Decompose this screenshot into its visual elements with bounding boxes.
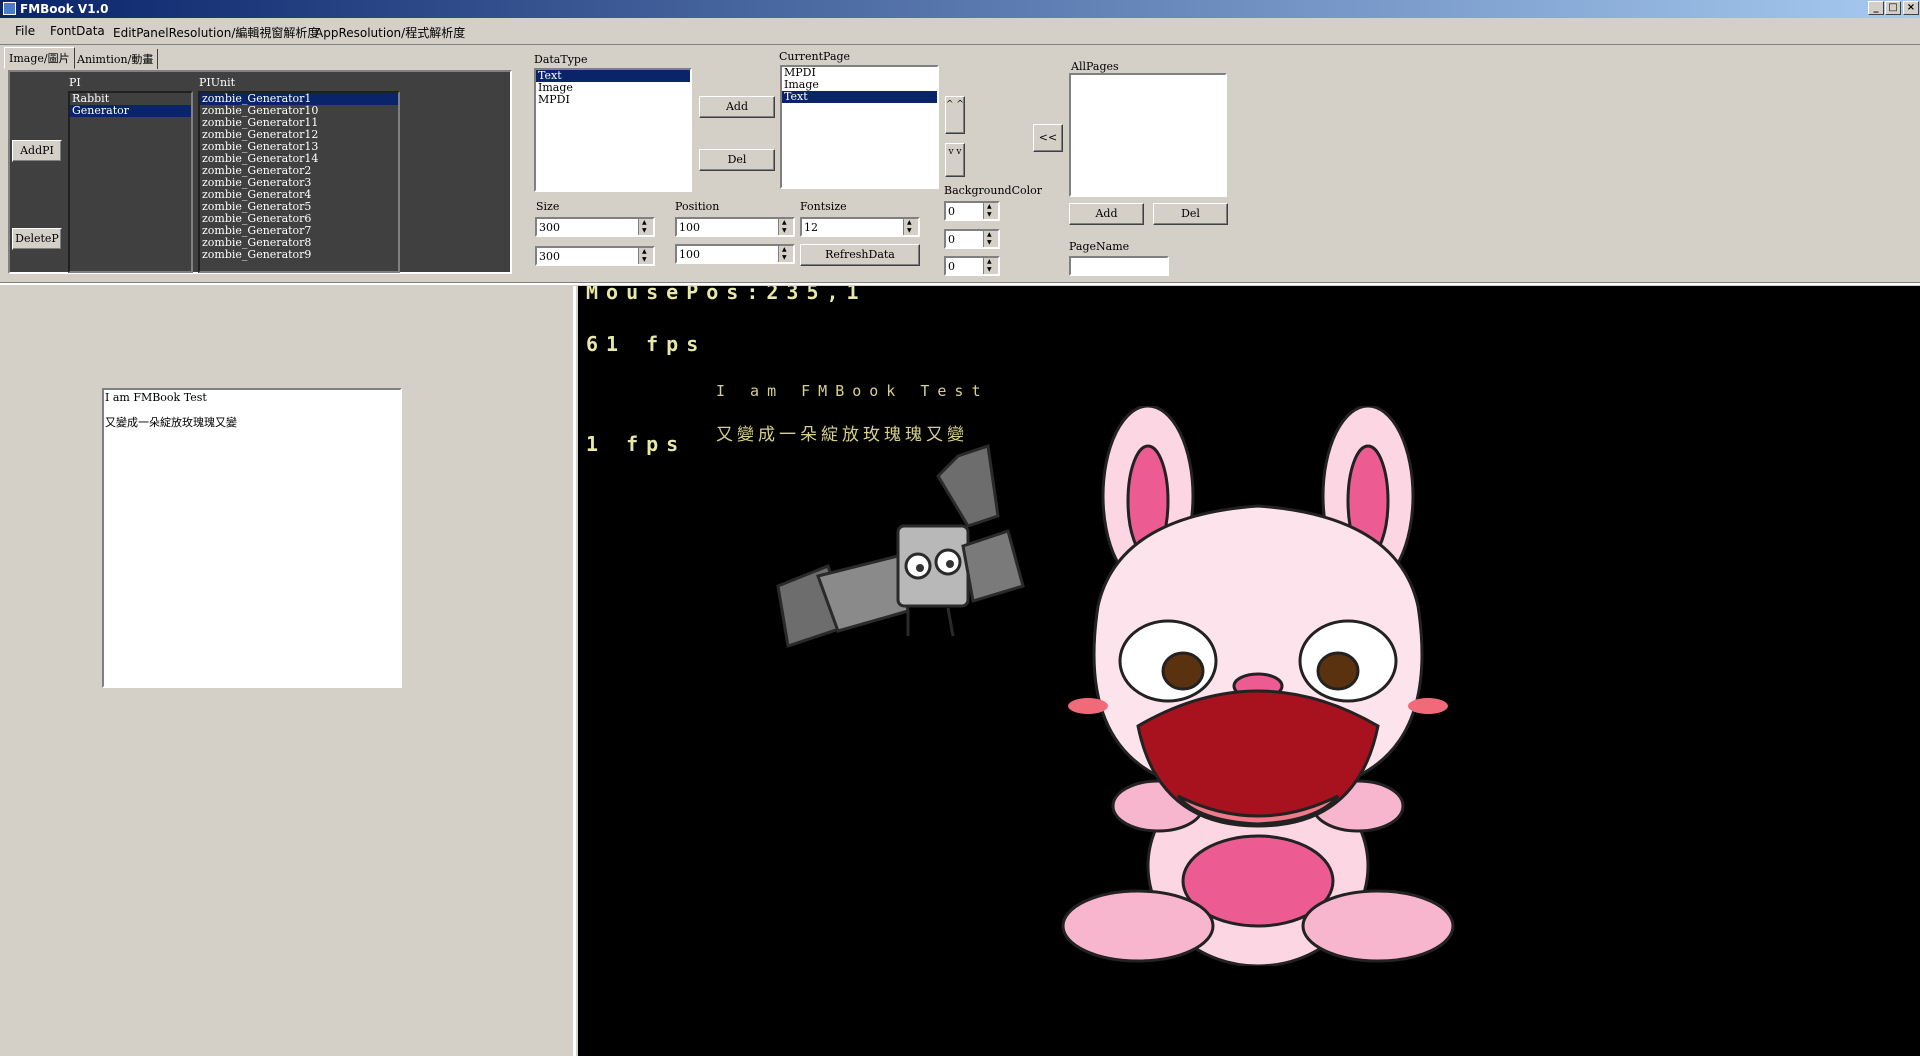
spin-arrows-icon[interactable]: ▲ ▼ (638, 219, 653, 235)
position-label: Position (675, 200, 720, 213)
window-title: FMBook V1.0 (20, 2, 109, 16)
allpages-list[interactable] (1069, 73, 1227, 197)
fontsize-label: Fontsize (800, 200, 847, 213)
datatype-add-button[interactable]: Add (699, 96, 775, 118)
datatype-list[interactable]: Text Image MPDI (534, 68, 692, 192)
spin-arrows-icon[interactable]: ▲ ▼ (903, 219, 918, 235)
addpi-button[interactable]: AddPI (12, 140, 62, 162)
allpages-label: AllPages (1071, 60, 1119, 73)
move-down-button[interactable]: v v (945, 143, 965, 177)
spin-arrows-icon[interactable]: ▲ ▼ (638, 248, 653, 264)
bgcolor-b-value: 0 (948, 260, 955, 273)
menu-editpanelresolution[interactable]: EditPanelResolution/編輯視窗解析度 (113, 24, 319, 41)
size-label: Size (536, 200, 560, 213)
datatype-label: DataType (534, 53, 588, 66)
pi-list[interactable]: Rabbit Generator (68, 91, 193, 273)
bgcolor-g-value: 0 (948, 233, 955, 246)
allpages-add-button[interactable]: Add (1069, 203, 1144, 225)
currentpage-list[interactable]: MPDI Image Text (780, 65, 939, 189)
currentpage-label: CurrentPage (779, 50, 851, 63)
pagename-input[interactable] (1069, 256, 1169, 276)
spin-arrows-icon[interactable]: ▲ ▼ (778, 246, 793, 262)
size-width-stepper[interactable]: 300 ▲ ▼ (535, 217, 655, 237)
rabbit-sprite-image (1061, 406, 1455, 966)
piunit-list[interactable]: zombie_Generator1 zombie_Generator10 zombi… (198, 91, 400, 273)
bgcolor-g-stepper[interactable]: 0 ▲ ▼ (944, 229, 1000, 249)
text-editor-line-1: I am FMBook Test (105, 391, 207, 404)
bgcolor-r-value: 0 (948, 205, 955, 218)
piunit-label: PIUnit (199, 76, 236, 89)
allpages-del-button[interactable]: Del (1153, 203, 1228, 225)
menu-file[interactable]: File (15, 24, 35, 38)
pagename-label: PageName (1069, 240, 1130, 253)
text-editor-line-2: 又變成一朵綻放玫瑰瑰又變 (105, 416, 237, 429)
fontsize-stepper[interactable]: 12 ▲ ▼ (800, 217, 920, 237)
fps-readout-1: 61 fps (586, 332, 707, 356)
maximize-button[interactable]: □ (1885, 1, 1901, 15)
position-x-stepper[interactable]: 100 ▲ ▼ (675, 217, 795, 237)
position-y-value: 100 (679, 248, 700, 261)
menu-separator (0, 44, 1920, 45)
text-edit-pane: I am FMBook Test 又變成一朵綻放玫瑰瑰又變 (0, 286, 576, 1056)
datatype-del-button[interactable]: Del (699, 149, 775, 171)
app-icon (3, 2, 16, 15)
tab-image[interactable]: Image/圖片 (4, 47, 75, 69)
size-height-stepper[interactable]: 300 ▲ ▼ (535, 246, 655, 266)
move-up-button[interactable]: ^ ^ (945, 96, 965, 134)
bgcolor-r-stepper[interactable]: 0 ▲ ▼ (944, 201, 1000, 221)
refreshdata-button[interactable]: RefreshData (800, 244, 920, 266)
size-height-value: 300 (539, 250, 560, 263)
tab-animation[interactable]: Animtion/動畫 (73, 49, 159, 69)
text-editor[interactable]: I am FMBook Test 又變成一朵綻放玫瑰瑰又變 (102, 388, 402, 688)
menu-fontdata[interactable]: FontData (50, 24, 105, 38)
bgcolor-b-stepper[interactable]: 0 ▲ ▼ (944, 256, 1000, 276)
render-canvas[interactable]: MousePos:235,1 61 fps I am FMBook Test 又… (578, 286, 1920, 1056)
panel-separator (0, 282, 1920, 285)
sample-text-line-1: I am FMBook Test (716, 382, 989, 400)
size-width-value: 300 (539, 221, 560, 234)
move-to-allpages-button[interactable]: << (1033, 124, 1063, 152)
spin-arrows-icon[interactable]: ▲ ▼ (983, 231, 998, 247)
currentpage-list-item[interactable]: Text (782, 91, 937, 103)
menu-bar: File FontData EditPanelResolution/編輯視窗解析… (0, 19, 1920, 43)
piunit-list-item[interactable]: zombie_Generator9 (200, 249, 398, 261)
spin-arrows-icon[interactable]: ▲ ▼ (778, 219, 793, 235)
bgcolor-label: BackgroundColor (944, 184, 1043, 197)
fontsize-value: 12 (804, 221, 818, 234)
pi-list-item[interactable]: Generator (70, 105, 191, 117)
position-y-stepper[interactable]: 100 ▲ ▼ (675, 244, 795, 264)
position-x-value: 100 (679, 221, 700, 234)
minimize-button[interactable]: _ (1868, 1, 1884, 15)
title-bar: FMBook V1.0 _ □ × (0, 0, 1920, 18)
mousepos-readout: MousePos:235,1 (586, 286, 867, 304)
pi-label: PI (69, 76, 81, 89)
deletep-button[interactable]: DeleteP (12, 228, 62, 250)
generator-sprite-image (776, 444, 1025, 648)
menu-appresolution[interactable]: AppResolution/程式解析度 (315, 24, 465, 41)
fps-readout-2: 1 fps (586, 432, 687, 456)
datatype-list-item[interactable]: MPDI (536, 94, 690, 106)
close-button[interactable]: × (1903, 1, 1919, 15)
spin-arrows-icon[interactable]: ▲ ▼ (983, 203, 998, 219)
spin-arrows-icon[interactable]: ▲ ▼ (983, 258, 998, 274)
